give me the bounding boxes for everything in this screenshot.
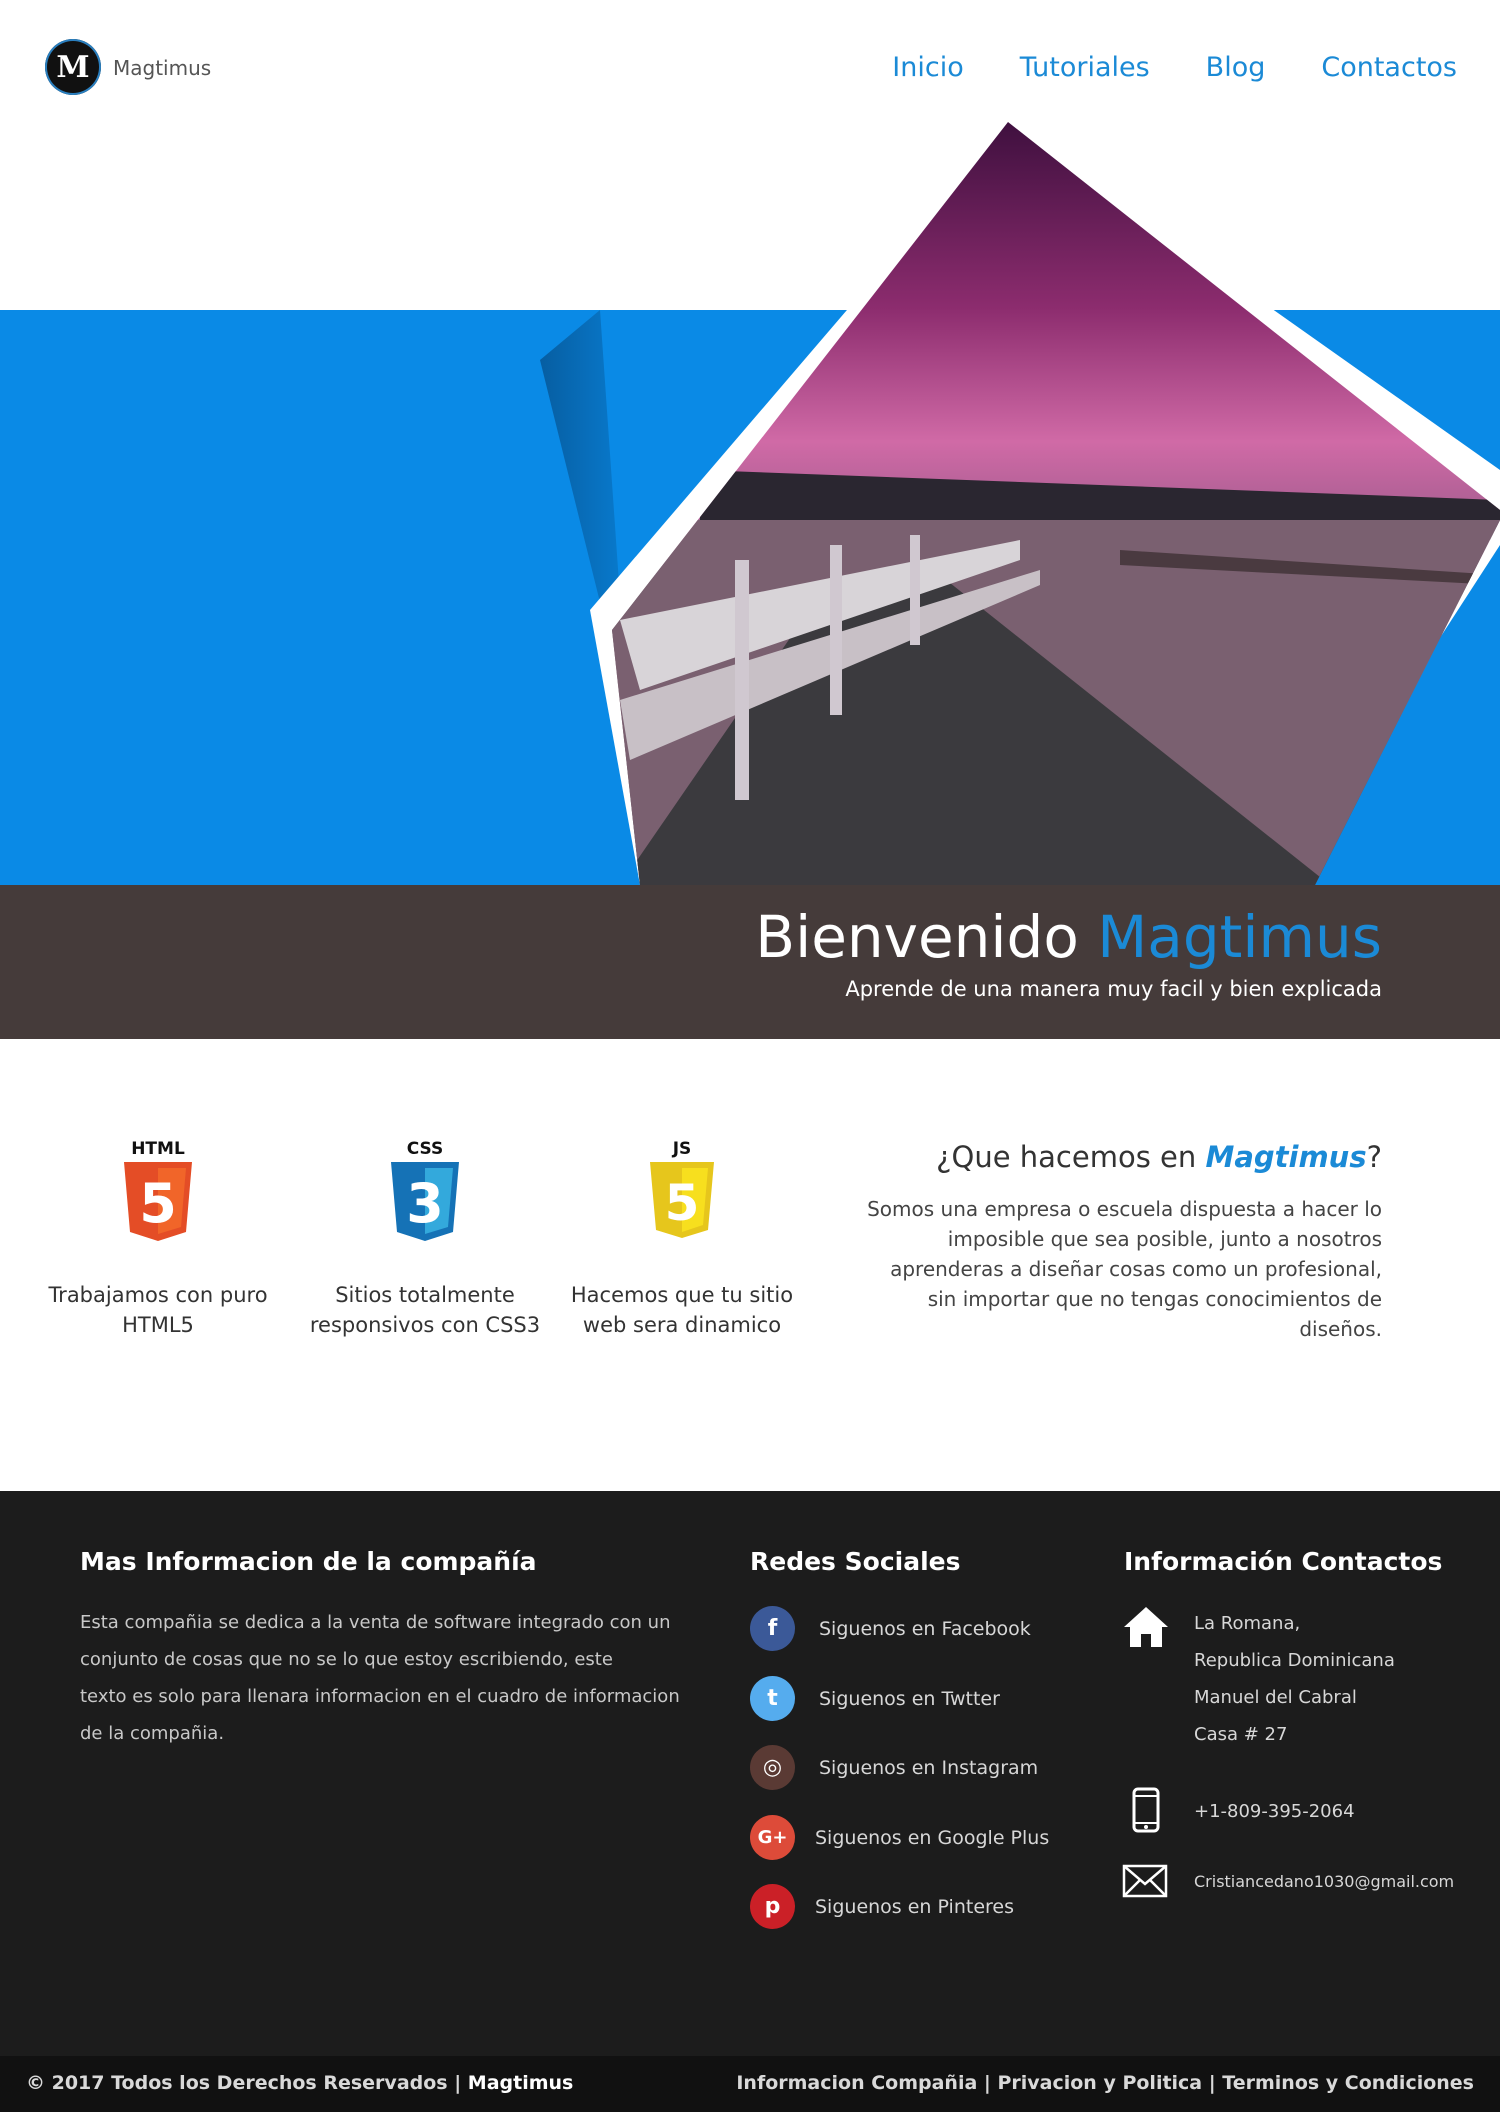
feature-html5-line1: Trabajamos con puro (48, 1283, 268, 1307)
welcome-title: Bienvenido Magtimus (755, 903, 1382, 971)
js-icon: JS 5 (650, 1139, 714, 1238)
facebook-icon: f (750, 1606, 795, 1651)
feature-css3: CSS 3 Sitios totalmente responsivos con … (305, 1138, 545, 1340)
copyright: © 2017 Todos los Derechos Reservados | M… (26, 2072, 574, 2094)
social-facebook[interactable]: f Siguenos en Facebook (750, 1606, 1031, 1651)
info-title: Mas Informacion de la compañía (80, 1547, 537, 1576)
svg-text:3: 3 (406, 1172, 444, 1235)
hero-banner (0, 0, 1500, 885)
welcome-bar: Bienvenido Magtimus Aprende de una maner… (0, 885, 1500, 1039)
html5-icon: HTML 5 (124, 1139, 192, 1241)
social-pinterest[interactable]: p Siguenos en Pinteres (750, 1884, 1014, 1929)
about-text: Somos una empresa o escuela dispuesta a … (867, 1197, 1382, 1341)
feature-js: JS 5 Hacemos que tu sitio web sera dinam… (562, 1138, 802, 1340)
css3-icon: CSS 3 (391, 1139, 459, 1241)
info-text: Esta compañia se dedica a la venta de so… (80, 1612, 680, 1744)
welcome-brand: Magtimus (1097, 903, 1382, 971)
contact-title: Información Contactos (1124, 1547, 1443, 1576)
pinterest-icon: p (750, 1884, 795, 1929)
bottom-bar: © 2017 Todos los Derechos Reservados | M… (0, 2056, 1500, 2112)
contact-phone[interactable]: +1-809-395-2064 (1194, 1793, 1355, 1830)
svg-text:5: 5 (139, 1172, 177, 1235)
feature-html5: HTML 5 Trabajamos con puro HTML5 (38, 1138, 278, 1340)
social-google-plus[interactable]: G+ Siguenos en Google Plus (750, 1815, 1049, 1860)
envelope-icon (1122, 1864, 1168, 1898)
feature-html5-line2: HTML5 (122, 1313, 194, 1337)
google-plus-icon: G+ (750, 1815, 795, 1860)
feature-js-line2: web sera dinamico (582, 1313, 782, 1337)
home-icon (1124, 1607, 1168, 1647)
twitter-icon: t (750, 1676, 795, 1721)
social-twitter[interactable]: t Siguenos en Twtter (750, 1676, 1000, 1721)
social-instagram[interactable]: ◎ Siguenos en Instagram (750, 1745, 1038, 1790)
phone-icon (1132, 1787, 1160, 1833)
welcome-prefix: Bienvenido (755, 903, 1079, 971)
welcome-subtitle: Aprende de una manera muy facil y bien e… (845, 977, 1382, 1001)
feature-css3-line1: Sitios totalmente (335, 1283, 515, 1307)
svg-text:JS: JS (672, 1139, 692, 1159)
svg-text:5: 5 (665, 1174, 700, 1232)
instagram-icon: ◎ (750, 1745, 795, 1790)
feature-css3-line2: responsivos con CSS3 (309, 1313, 541, 1337)
site-footer: Mas Informacion de la compañía Esta comp… (0, 1491, 1500, 2056)
about-section: ¿Que hacemos en Magtimus? Somos una empr… (862, 1140, 1382, 1344)
about-title: ¿Que hacemos en Magtimus? (936, 1140, 1382, 1174)
social-title: Redes Sociales (750, 1547, 961, 1576)
feature-js-line1: Hacemos que tu sitio (570, 1283, 794, 1307)
footer-links[interactable]: Informacion Compañia | Privacion y Polit… (736, 2072, 1474, 2094)
copyright-brand[interactable]: Magtimus (468, 2072, 574, 2094)
contact-email[interactable]: Cristiancedano1030@gmail.com (1194, 1863, 1454, 1900)
hero-graphic (0, 122, 1500, 885)
pier-sunset-image (612, 122, 1500, 885)
svg-text:CSS: CSS (407, 1139, 444, 1159)
svg-text:HTML: HTML (131, 1139, 185, 1159)
contact-address: La Romana, Republica Dominicana Manuel d… (1194, 1613, 1395, 1745)
